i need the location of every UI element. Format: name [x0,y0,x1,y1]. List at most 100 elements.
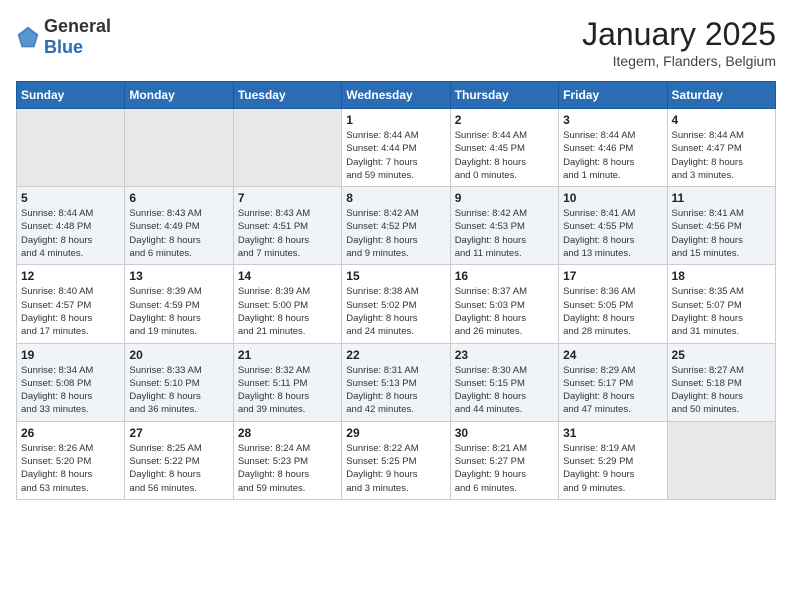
week-row-3: 19Sunrise: 8:34 AM Sunset: 5:08 PM Dayli… [17,343,776,421]
day-cell-6: 6 Sunrise: 8:43 AM Sunset: 4:49 PM Daylig… [125,187,233,265]
day-number: 22 [346,348,445,362]
header-day-saturday: Saturday [667,82,775,109]
day-info: Sunrise: 8:39 AM Sunset: 5:00 PM Dayligh… [238,285,337,338]
day-cell-27: 27Sunrise: 8:25 AM Sunset: 5:22 PM Dayli… [125,421,233,499]
calendar-table: SundayMondayTuesdayWednesdayThursdayFrid… [16,81,776,500]
day-number: 3 [563,113,662,127]
day-cell-2: 2 Sunrise: 8:44 AM Sunset: 4:45 PM Daylig… [450,109,558,187]
day-number: 24 [563,348,662,362]
logo: General Blue [16,16,111,58]
month-title: January 2025 [582,16,776,53]
header-day-monday: Monday [125,82,233,109]
day-number: 17 [563,269,662,283]
day-cell-25: 25 Sunrise: 8:27 AM Sunset: 5:18 PM Dayli… [667,343,775,421]
week-row-2: 12 Sunrise: 8:40 AM Sunset: 4:57 PM Dayli… [17,265,776,343]
header-day-thursday: Thursday [450,82,558,109]
header: General Blue January 2025 Itegem, Flande… [16,16,776,69]
day-cell-29: 29 Sunrise: 8:22 AM Sunset: 5:25 PM Dayli… [342,421,450,499]
day-number: 5 [21,191,120,205]
day-cell-28: 28Sunrise: 8:24 AM Sunset: 5:23 PM Dayli… [233,421,341,499]
day-cell-4: 4Sunrise: 8:44 AM Sunset: 4:47 PM Daylig… [667,109,775,187]
day-info: Sunrise: 8:30 AM Sunset: 5:15 PM Dayligh… [455,364,554,417]
day-cell-14: 14Sunrise: 8:39 AM Sunset: 5:00 PM Dayli… [233,265,341,343]
day-cell-23: 23 Sunrise: 8:30 AM Sunset: 5:15 PM Dayli… [450,343,558,421]
header-day-friday: Friday [559,82,667,109]
day-cell-19: 19Sunrise: 8:34 AM Sunset: 5:08 PM Dayli… [17,343,125,421]
day-number: 1 [346,113,445,127]
day-cell-5: 5 Sunrise: 8:44 AM Sunset: 4:48 PM Daylig… [17,187,125,265]
day-number: 25 [672,348,771,362]
day-cell-7: 7 Sunrise: 8:43 AM Sunset: 4:51 PM Daylig… [233,187,341,265]
day-info: Sunrise: 8:31 AM Sunset: 5:13 PM Dayligh… [346,364,445,417]
day-number: 7 [238,191,337,205]
day-info: Sunrise: 8:42 AM Sunset: 4:52 PM Dayligh… [346,207,445,260]
day-number: 18 [672,269,771,283]
day-info: Sunrise: 8:44 AM Sunset: 4:45 PM Dayligh… [455,129,554,182]
day-cell-1: 1 Sunrise: 8:44 AM Sunset: 4:44 PM Daylig… [342,109,450,187]
day-cell-30: 30Sunrise: 8:21 AM Sunset: 5:27 PM Dayli… [450,421,558,499]
day-cell-16: 16Sunrise: 8:37 AM Sunset: 5:03 PM Dayli… [450,265,558,343]
day-info: Sunrise: 8:22 AM Sunset: 5:25 PM Dayligh… [346,442,445,495]
day-info: Sunrise: 8:34 AM Sunset: 5:08 PM Dayligh… [21,364,120,417]
header-day-tuesday: Tuesday [233,82,341,109]
location: Itegem, Flanders, Belgium [582,53,776,69]
day-cell-13: 13Sunrise: 8:39 AM Sunset: 4:59 PM Dayli… [125,265,233,343]
day-number: 10 [563,191,662,205]
day-cell-26: 26 Sunrise: 8:26 AM Sunset: 5:20 PM Dayli… [17,421,125,499]
day-number: 27 [129,426,228,440]
day-info: Sunrise: 8:44 AM Sunset: 4:46 PM Dayligh… [563,129,662,182]
day-cell-24: 24Sunrise: 8:29 AM Sunset: 5:17 PM Dayli… [559,343,667,421]
day-number: 13 [129,269,228,283]
day-info: Sunrise: 8:27 AM Sunset: 5:18 PM Dayligh… [672,364,771,417]
day-number: 16 [455,269,554,283]
header-day-wednesday: Wednesday [342,82,450,109]
day-cell-18: 18 Sunrise: 8:35 AM Sunset: 5:07 PM Dayli… [667,265,775,343]
week-row-0: 1 Sunrise: 8:44 AM Sunset: 4:44 PM Daylig… [17,109,776,187]
header-day-sunday: Sunday [17,82,125,109]
day-cell-20: 20Sunrise: 8:33 AM Sunset: 5:10 PM Dayli… [125,343,233,421]
day-number: 29 [346,426,445,440]
day-cell-22: 22 Sunrise: 8:31 AM Sunset: 5:13 PM Dayli… [342,343,450,421]
empty-cell [17,109,125,187]
day-info: Sunrise: 8:36 AM Sunset: 5:05 PM Dayligh… [563,285,662,338]
day-number: 15 [346,269,445,283]
day-info: Sunrise: 8:44 AM Sunset: 4:48 PM Dayligh… [21,207,120,260]
day-info: Sunrise: 8:40 AM Sunset: 4:57 PM Dayligh… [21,285,120,338]
day-cell-9: 9 Sunrise: 8:42 AM Sunset: 4:53 PM Daylig… [450,187,558,265]
day-number: 11 [672,191,771,205]
day-cell-12: 12 Sunrise: 8:40 AM Sunset: 4:57 PM Dayli… [17,265,125,343]
day-number: 6 [129,191,228,205]
empty-cell [233,109,341,187]
day-cell-10: 10 Sunrise: 8:41 AM Sunset: 4:55 PM Dayli… [559,187,667,265]
day-info: Sunrise: 8:43 AM Sunset: 4:51 PM Dayligh… [238,207,337,260]
day-cell-21: 21 Sunrise: 8:32 AM Sunset: 5:11 PM Dayli… [233,343,341,421]
day-cell-31: 31 Sunrise: 8:19 AM Sunset: 5:29 PM Dayli… [559,421,667,499]
week-row-4: 26 Sunrise: 8:26 AM Sunset: 5:20 PM Dayli… [17,421,776,499]
day-number: 30 [455,426,554,440]
day-number: 23 [455,348,554,362]
day-number: 26 [21,426,120,440]
day-number: 2 [455,113,554,127]
day-info: Sunrise: 8:41 AM Sunset: 4:56 PM Dayligh… [672,207,771,260]
day-cell-3: 3 Sunrise: 8:44 AM Sunset: 4:46 PM Daylig… [559,109,667,187]
day-info: Sunrise: 8:33 AM Sunset: 5:10 PM Dayligh… [129,364,228,417]
day-info: Sunrise: 8:26 AM Sunset: 5:20 PM Dayligh… [21,442,120,495]
day-number: 31 [563,426,662,440]
logo-icon [16,25,40,49]
day-info: Sunrise: 8:19 AM Sunset: 5:29 PM Dayligh… [563,442,662,495]
day-info: Sunrise: 8:32 AM Sunset: 5:11 PM Dayligh… [238,364,337,417]
empty-cell [667,421,775,499]
day-number: 12 [21,269,120,283]
day-cell-15: 15 Sunrise: 8:38 AM Sunset: 5:02 PM Dayli… [342,265,450,343]
day-info: Sunrise: 8:41 AM Sunset: 4:55 PM Dayligh… [563,207,662,260]
day-info: Sunrise: 8:42 AM Sunset: 4:53 PM Dayligh… [455,207,554,260]
title-area: January 2025 Itegem, Flanders, Belgium [582,16,776,69]
day-info: Sunrise: 8:44 AM Sunset: 4:44 PM Dayligh… [346,129,445,182]
day-info: Sunrise: 8:38 AM Sunset: 5:02 PM Dayligh… [346,285,445,338]
day-info: Sunrise: 8:35 AM Sunset: 5:07 PM Dayligh… [672,285,771,338]
day-number: 21 [238,348,337,362]
logo-text: General Blue [44,16,111,58]
day-cell-8: 8Sunrise: 8:42 AM Sunset: 4:52 PM Daylig… [342,187,450,265]
day-info: Sunrise: 8:43 AM Sunset: 4:49 PM Dayligh… [129,207,228,260]
day-number: 9 [455,191,554,205]
